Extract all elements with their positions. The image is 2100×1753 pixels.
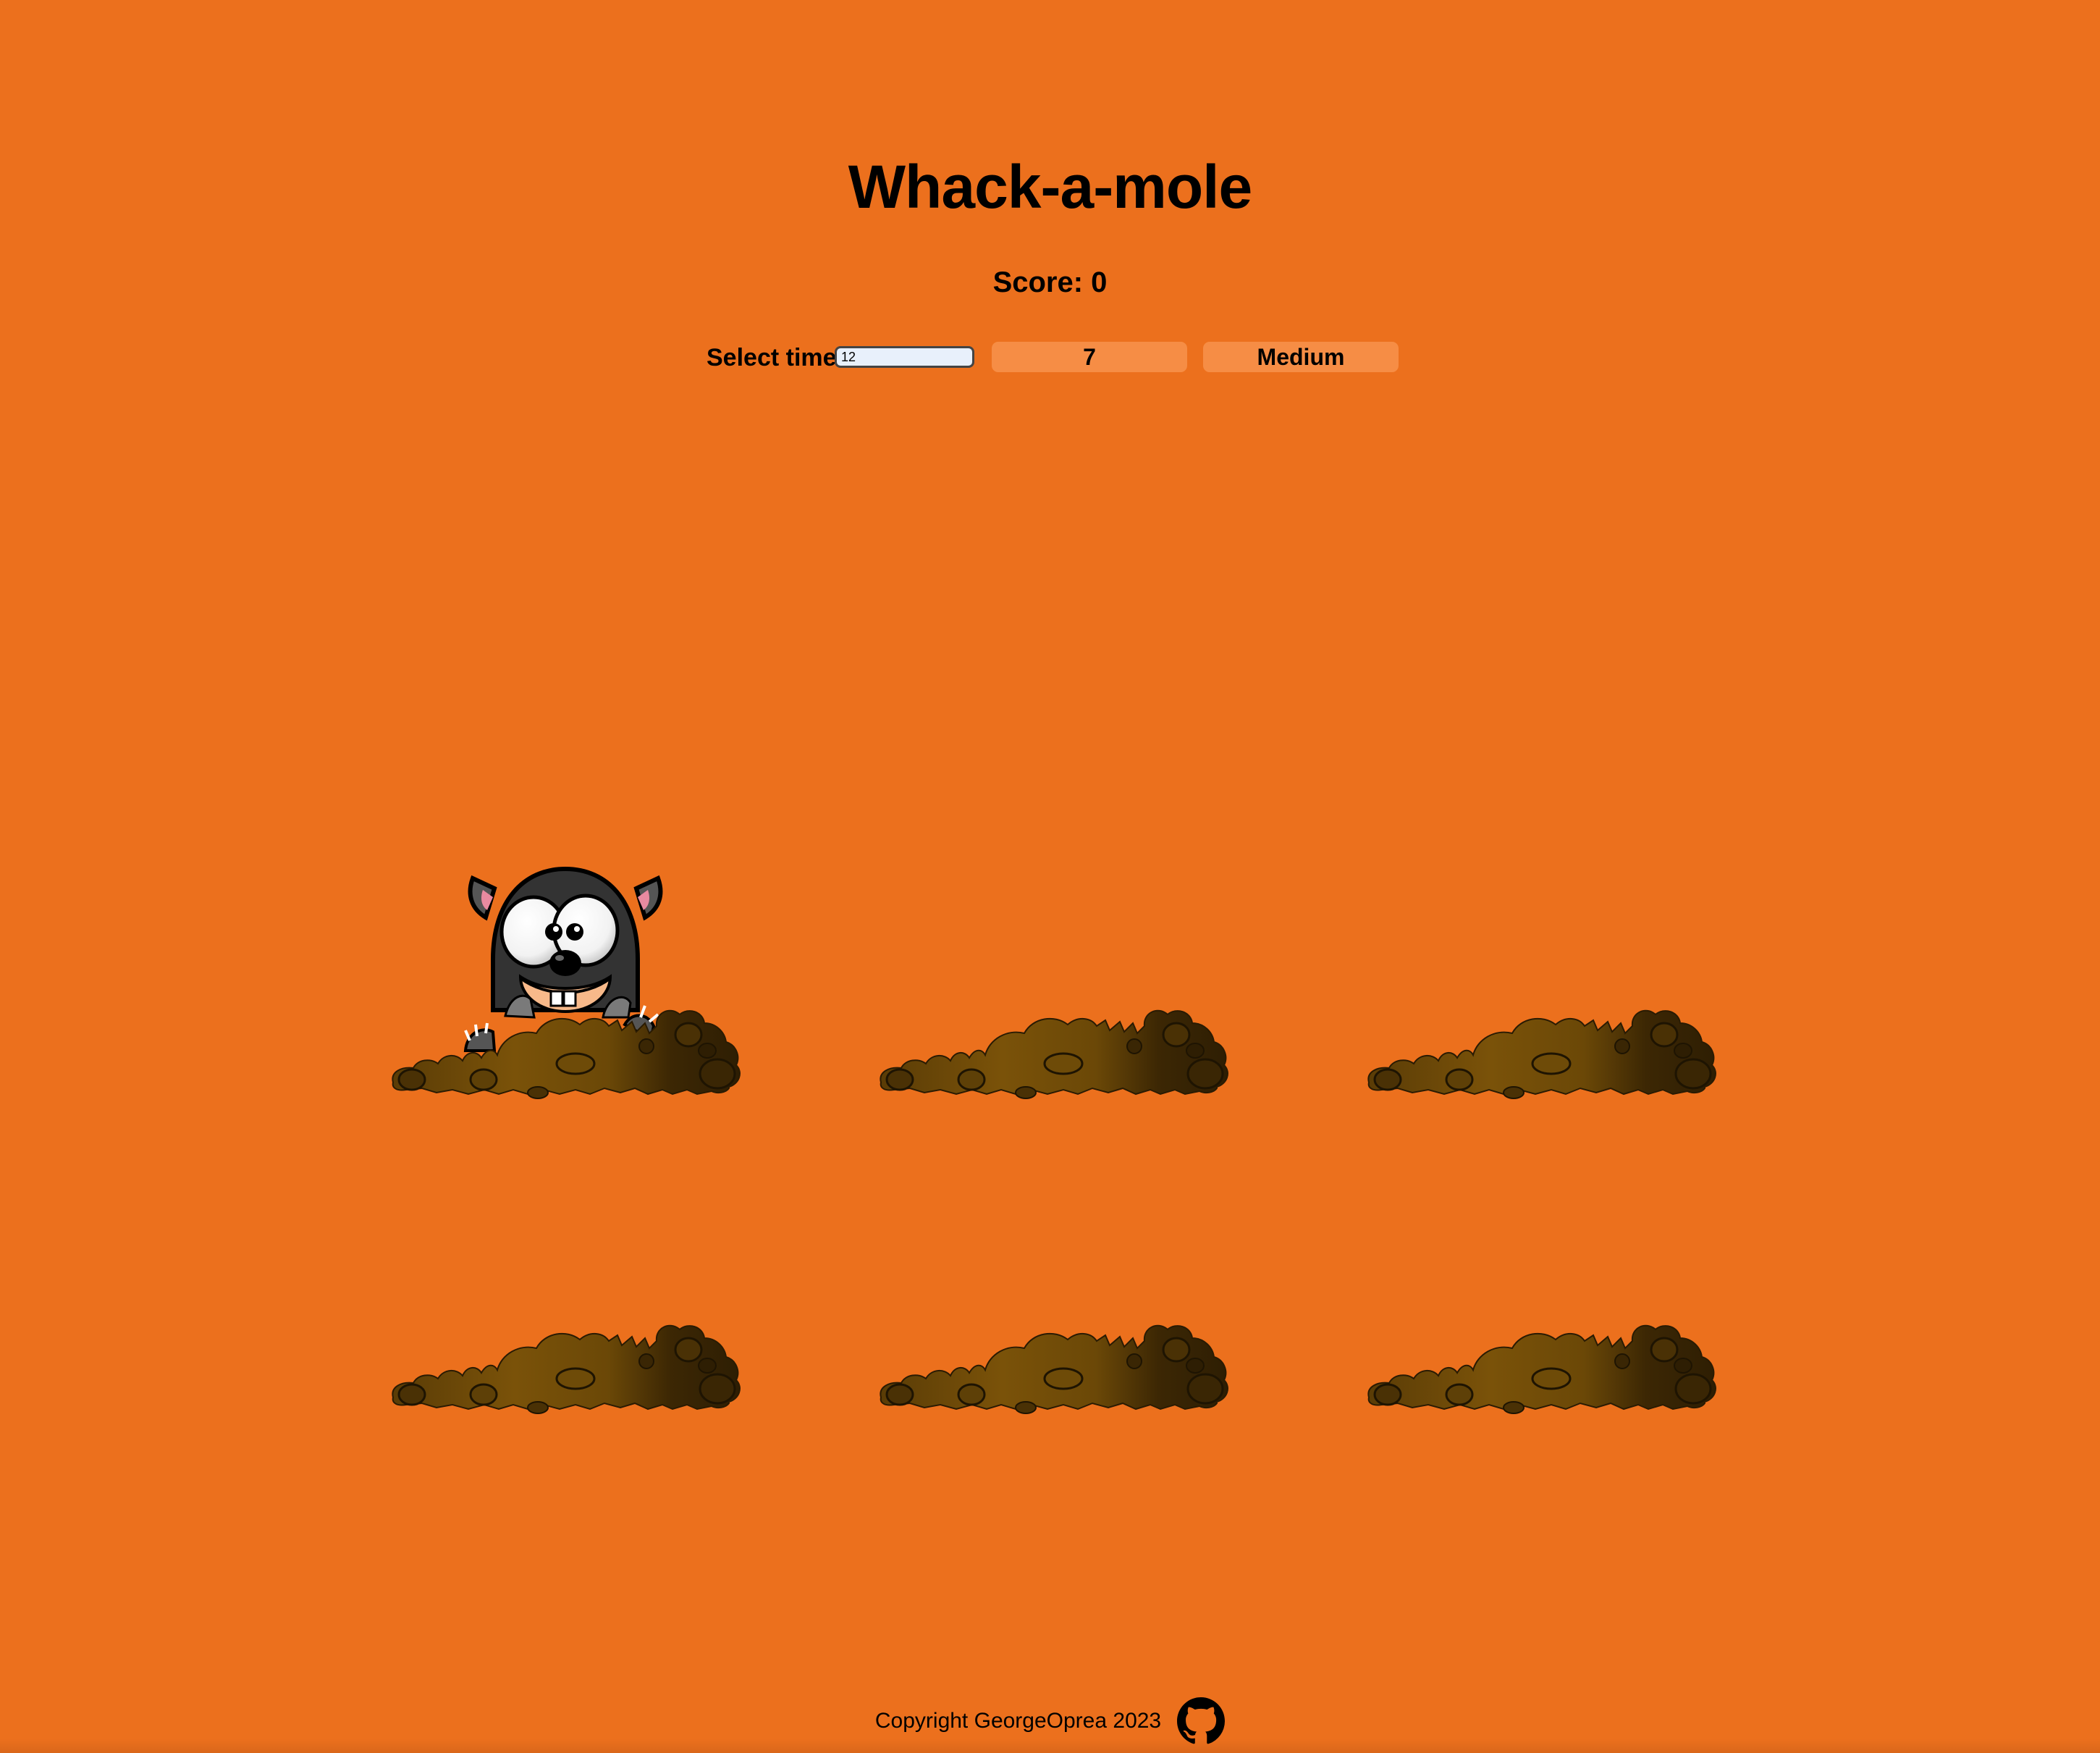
- mole-hole-6[interactable]: [1362, 1274, 1716, 1492]
- dirt-mound: [391, 1009, 741, 1100]
- mole-hole-5[interactable]: [874, 1274, 1228, 1492]
- dirt-mound: [391, 1324, 741, 1415]
- mole-hole-4[interactable]: [386, 1274, 741, 1492]
- dirt-mound: [879, 1009, 1228, 1100]
- mole-hole-3[interactable]: [1362, 959, 1716, 1177]
- controls-bar: Select time 7 Medium: [0, 342, 2100, 374]
- mole-hole-2[interactable]: [874, 959, 1228, 1177]
- dirt-mound: [1367, 1324, 1716, 1415]
- time-button[interactable]: 7: [992, 342, 1187, 372]
- copyright-text: Copyright GeorgeOprea 2023: [874, 1709, 1162, 1733]
- difficulty-button[interactable]: Medium: [1203, 342, 1399, 372]
- bottom-shadow: [0, 1739, 2100, 1753]
- page-title: Whack-a-mole: [848, 153, 1252, 221]
- score-display: Score: 0: [992, 266, 1108, 298]
- time-input[interactable]: [835, 346, 974, 368]
- dirt-mound: [879, 1324, 1228, 1415]
- mole-hole-1[interactable]: [386, 844, 741, 1100]
- dirt-mound: [1367, 1009, 1716, 1100]
- select-time-label: Select time: [707, 344, 837, 371]
